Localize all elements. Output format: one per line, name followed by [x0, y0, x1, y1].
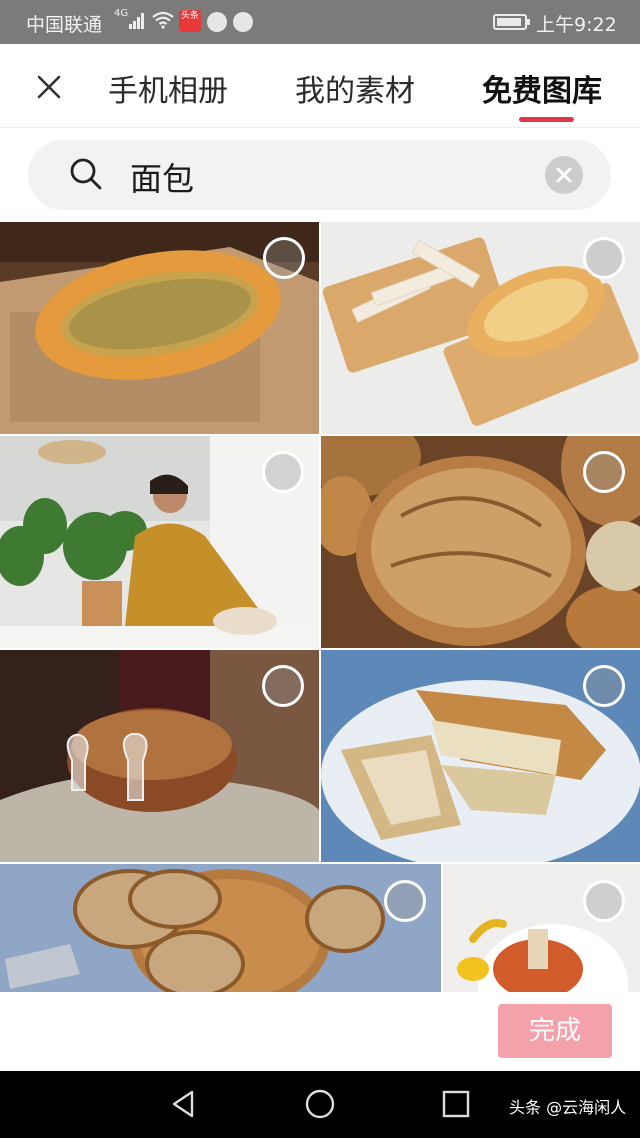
search-input[interactable]: 面包 [130, 154, 194, 200]
photo-round-loaves[interactable] [321, 436, 640, 648]
image-picker-sheet: 手机相册 我的素材 免费图库 面包 完成 [0, 44, 640, 1071]
select-checkbox[interactable] [262, 451, 304, 493]
wifi-icon [152, 11, 174, 29]
tab-phone-album[interactable]: 手机相册 [108, 66, 228, 110]
chat-notification-icon [233, 12, 253, 32]
status-bar: 中国联通 4G 头条 上午9:22 [0, 0, 640, 44]
done-button[interactable]: 完成 [498, 1004, 612, 1058]
select-checkbox[interactable] [583, 237, 625, 279]
clear-icon[interactable] [545, 156, 583, 194]
notification-icon [207, 12, 227, 32]
photo-grid [0, 222, 640, 992]
home-icon[interactable] [304, 1088, 336, 1120]
toutiao-app-icon: 头条 [179, 10, 201, 32]
recents-icon[interactable] [440, 1088, 472, 1120]
select-checkbox[interactable] [583, 880, 625, 922]
bottom-action-bar: 完成 [0, 992, 640, 1071]
tab-free-gallery[interactable]: 免费图库 [482, 66, 602, 110]
select-checkbox[interactable] [384, 880, 426, 922]
search-icon [70, 158, 102, 190]
top-navigation: 手机相册 我的素材 免费图库 [0, 44, 640, 128]
active-tab-indicator [519, 117, 574, 122]
photo-bread-boards[interactable] [321, 222, 640, 434]
close-icon[interactable] [32, 70, 66, 104]
select-checkbox[interactable] [583, 665, 625, 707]
watermark: 头条 @云海闲人 [509, 1098, 627, 1117]
signal-icon [129, 13, 144, 29]
photo-ciabatta[interactable] [321, 650, 640, 862]
photo-garlic-bread[interactable] [0, 222, 319, 434]
photo-sandwich[interactable] [443, 864, 640, 992]
select-checkbox[interactable] [263, 237, 305, 279]
clock: 上午9:22 [536, 14, 617, 36]
photo-man-baking[interactable] [0, 436, 319, 648]
network-type: 4G [114, 8, 129, 19]
tab-my-materials[interactable]: 我的素材 [295, 66, 415, 110]
photo-cake-wine[interactable] [0, 650, 319, 862]
system-navigation-bar: 头条 @云海闲人 [0, 1071, 640, 1138]
photo-sliced-bread[interactable] [0, 864, 441, 992]
back-icon[interactable] [168, 1088, 200, 1120]
battery-icon [493, 14, 530, 30]
select-checkbox[interactable] [262, 665, 304, 707]
select-checkbox[interactable] [583, 451, 625, 493]
search-bar[interactable]: 面包 [28, 140, 611, 210]
app-badge-text: 头条 [180, 11, 199, 21]
carrier-label: 中国联通 [26, 14, 103, 36]
